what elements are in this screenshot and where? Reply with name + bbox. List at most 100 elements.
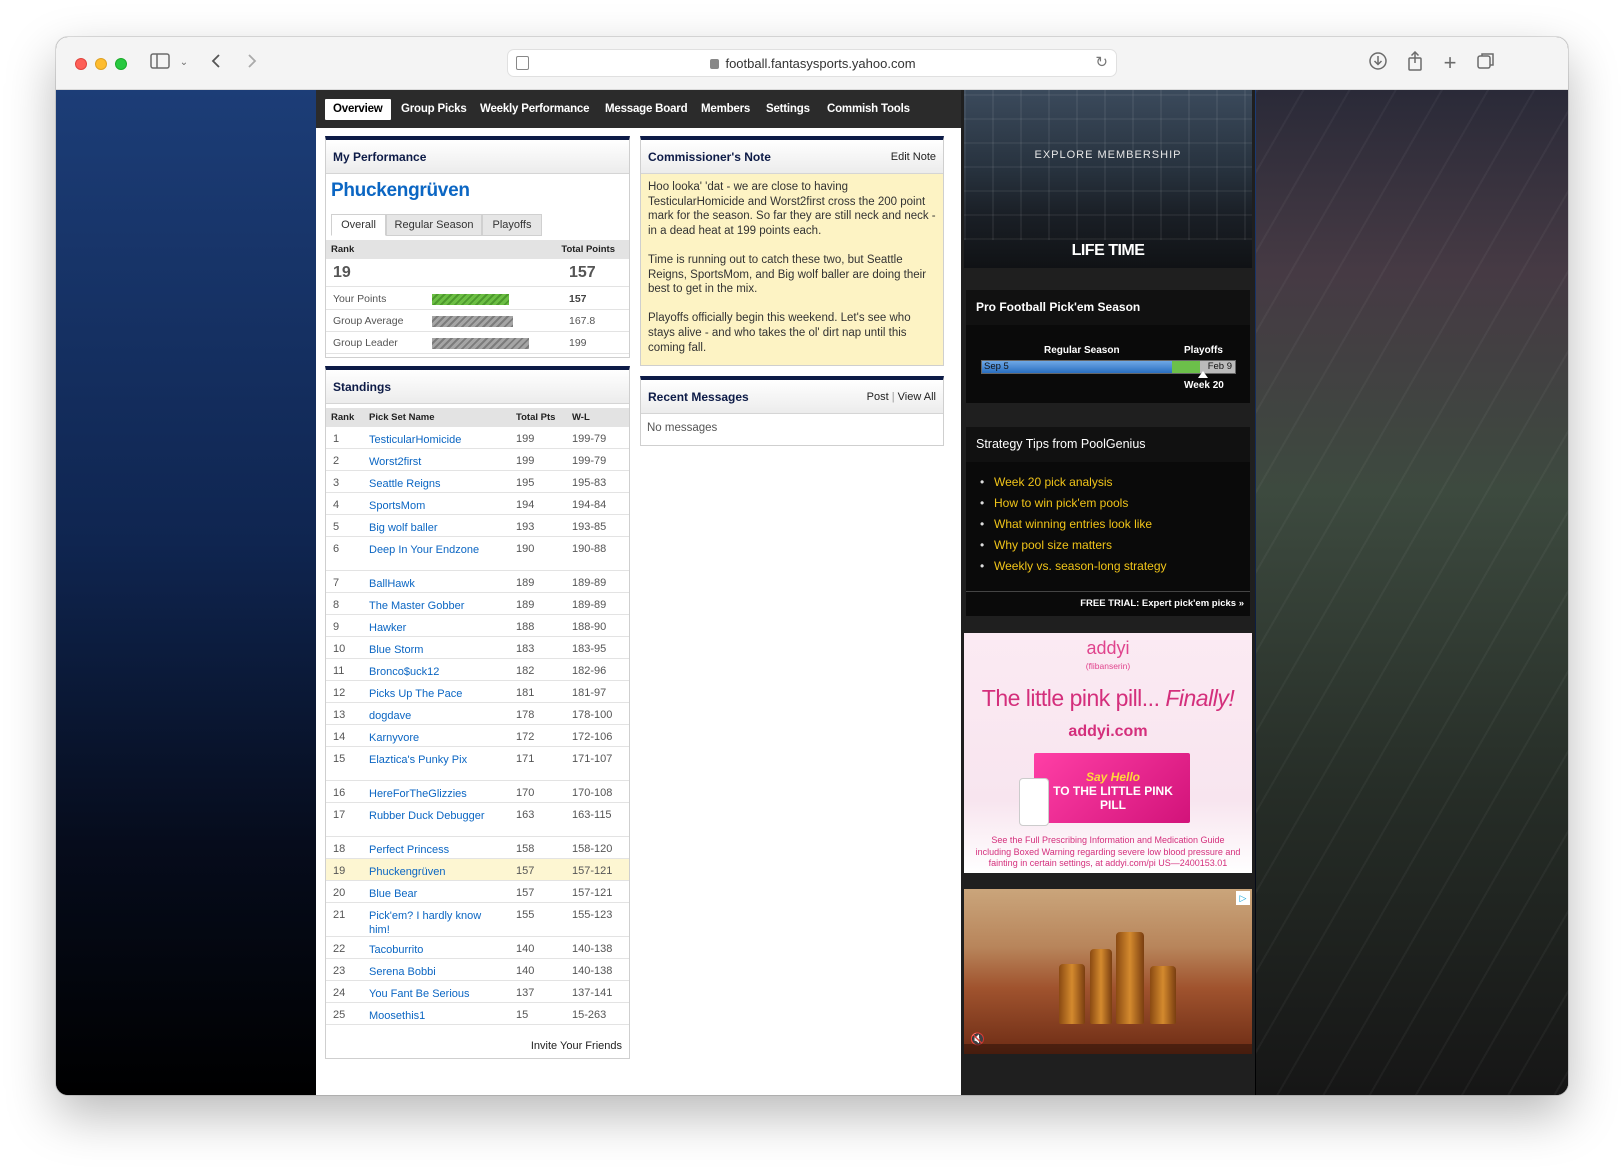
note-body: Hoo looka' 'dat - we are close to having…	[641, 174, 943, 365]
standings-rank: 3	[333, 477, 340, 489]
my-total-points: 157	[569, 264, 596, 281]
standings-wl: 163-115	[572, 809, 612, 821]
pick-set-link[interactable]: SportsMom	[369, 499, 489, 513]
performance-row: Group Leader 199	[326, 332, 629, 354]
post-link[interactable]: Post	[867, 391, 889, 403]
nav-weekly-performance[interactable]: Weekly Performance	[480, 99, 590, 120]
lifetime-ad[interactable]: EXPLORE MEMBERSHIP LIFE TIME	[964, 90, 1252, 268]
standings-points: 193	[516, 521, 535, 533]
close-window-button[interactable]	[75, 58, 87, 70]
pick-set-link[interactable]: Picks Up The Pace	[369, 687, 489, 701]
pick-set-link[interactable]: Bronco$uck12	[369, 665, 489, 679]
standings-row: 20 Blue Bear 157 157-121	[326, 881, 629, 903]
nav-message-board[interactable]: Message Board	[605, 99, 688, 120]
free-trial-link[interactable]: FREE TRIAL: Expert pick'em picks »	[966, 591, 1250, 616]
standings-wl: 158-120	[572, 843, 613, 855]
pick-set-link[interactable]: Rubber Duck Debugger	[369, 809, 489, 823]
pick-set-link[interactable]: BallHawk	[369, 577, 489, 591]
ad-tagline: EXPLORE MEMBERSHIP	[1034, 149, 1182, 161]
minimize-window-button[interactable]	[95, 58, 107, 70]
addyi-ad[interactable]: addyi (flibanserin) The little pink pill…	[964, 633, 1252, 873]
standings-points: 188	[516, 621, 535, 633]
standings-row: 5 Big wolf baller 193 193-85	[326, 515, 629, 537]
nav-overview[interactable]: Overview	[325, 99, 391, 120]
reload-icon[interactable]: ↻	[1095, 53, 1108, 71]
forward-arrow-icon[interactable]	[242, 51, 262, 75]
pick-set-link[interactable]: Big wolf baller	[369, 521, 489, 535]
download-icon[interactable]	[1367, 51, 1389, 75]
pick-set-link[interactable]: TesticularHomicide	[369, 433, 489, 447]
pick-set-link[interactable]: Karnyvore	[369, 731, 489, 745]
back-arrow-icon[interactable]	[206, 51, 226, 75]
tab-overall[interactable]: Overall	[331, 214, 386, 236]
adchoices-icon[interactable]: ▷	[1236, 891, 1250, 905]
pick-set-link[interactable]: Blue Storm	[369, 643, 489, 657]
season-title: Pro Football Pick'em Season	[966, 290, 1250, 325]
video-ad[interactable]: ▷ 🔇	[964, 889, 1252, 1054]
tip-link[interactable]: Why pool size matters	[980, 535, 1250, 556]
standings-rank: 7	[333, 577, 340, 589]
tip-link[interactable]: What winning entries look like	[980, 514, 1250, 535]
pick-set-link[interactable]: Deep In Your Endzone	[369, 543, 489, 557]
tip-link[interactable]: How to win pick'em pools	[980, 493, 1250, 514]
pick-set-link[interactable]: Hawker	[369, 621, 489, 635]
pick-set-link[interactable]: You Fant Be Serious	[369, 987, 489, 1001]
sidebar-toggle-icon[interactable]	[149, 51, 171, 75]
right-sidebar: EXPLORE MEMBERSHIP LIFE TIME Pro Footbal…	[961, 90, 1255, 1095]
standings-wl: 171-107	[572, 753, 613, 765]
pick-set-link[interactable]: Blue Bear	[369, 887, 489, 901]
invite-friends-link[interactable]: Invite Your Friends	[531, 1040, 622, 1052]
main-column: Overview Group Picks Weekly Performance …	[316, 90, 961, 1095]
team-name[interactable]: Phuckengrüven	[331, 180, 629, 202]
total-points-column-label: Total Points	[561, 244, 615, 255]
pick-set-link[interactable]: The Master Gobber	[369, 599, 489, 613]
ad-headline-text: The little pink pill...	[981, 685, 1166, 711]
standings-points: 189	[516, 599, 535, 611]
tip-link[interactable]: Week 20 pick analysis	[980, 472, 1250, 493]
standings-rank: 20	[333, 887, 346, 899]
tab-playoffs[interactable]: Playoffs	[482, 214, 542, 236]
address-bar[interactable]: football.fantasysports.yahoo.com ↻	[507, 49, 1117, 77]
pick-set-link[interactable]: Moosethis1	[369, 1009, 489, 1023]
edit-note-link[interactable]: Edit Note	[891, 140, 936, 174]
nav-members[interactable]: Members	[701, 99, 750, 120]
share-icon[interactable]	[1404, 50, 1426, 75]
zoom-window-button[interactable]	[115, 58, 127, 70]
chevron-down-icon[interactable]: ⌄	[177, 51, 191, 75]
col-total-pts: Total Pts	[516, 412, 556, 423]
standings-wl: 199-79	[572, 433, 607, 445]
tab-regular-season[interactable]: Regular Season	[386, 214, 482, 236]
pick-set-link[interactable]: Phuckengrüven	[369, 865, 489, 879]
tab-overview-icon[interactable]	[1475, 51, 1497, 75]
pick-set-link[interactable]: dogdave	[369, 709, 489, 723]
standings-points: 181	[516, 687, 535, 699]
standings-row: 23 Serena Bobbi 140 140-138	[326, 959, 629, 981]
pick-set-link[interactable]: Worst2first	[369, 455, 489, 469]
pick-set-link[interactable]: Perfect Princess	[369, 843, 489, 857]
nav-group-picks[interactable]: Group Picks	[401, 99, 467, 120]
pick-set-link[interactable]: Elaztica's Punky Pix	[369, 753, 489, 767]
standings-row: 24 You Fant Be Serious 137 137-141	[326, 981, 629, 1003]
nav-commish-tools[interactable]: Commish Tools	[827, 99, 910, 120]
standings-row: 8 The Master Gobber 189 189-89	[326, 593, 629, 615]
nav-settings[interactable]: Settings	[766, 99, 810, 120]
recent-messages-panel: Recent Messages Post | View All No messa…	[640, 376, 944, 446]
standings-wl: 199-79	[572, 455, 607, 467]
performance-header: Rank Total Points	[326, 240, 629, 259]
pick-set-link[interactable]: HereForTheGlizzies	[369, 787, 489, 801]
tip-link[interactable]: Weekly vs. season-long strategy	[980, 556, 1250, 577]
standings-wl: 155-123	[572, 909, 613, 921]
standings-rank: 25	[333, 1009, 346, 1021]
pick-set-link[interactable]: Seattle Reigns	[369, 477, 489, 491]
browser-window: ⌄ football.fantasysports.yahoo.com ↻ + O…	[56, 37, 1568, 1095]
standings-row: 17 Rubber Duck Debugger 163 163-115	[326, 803, 629, 837]
standings-rank: 24	[333, 987, 346, 999]
ad-brand: LIFE TIME	[1071, 242, 1145, 259]
season-end-date: Feb 9	[1207, 361, 1232, 372]
pick-set-link[interactable]: Tacoburrito	[369, 943, 489, 957]
new-tab-icon[interactable]: +	[1439, 51, 1461, 75]
pick-set-link[interactable]: Pick'em? I hardly know him!	[369, 909, 489, 937]
view-all-link[interactable]: View All	[898, 391, 936, 403]
pick-set-link[interactable]: Serena Bobbi	[369, 965, 489, 979]
standings-row: 7 BallHawk 189 189-89	[326, 571, 629, 593]
